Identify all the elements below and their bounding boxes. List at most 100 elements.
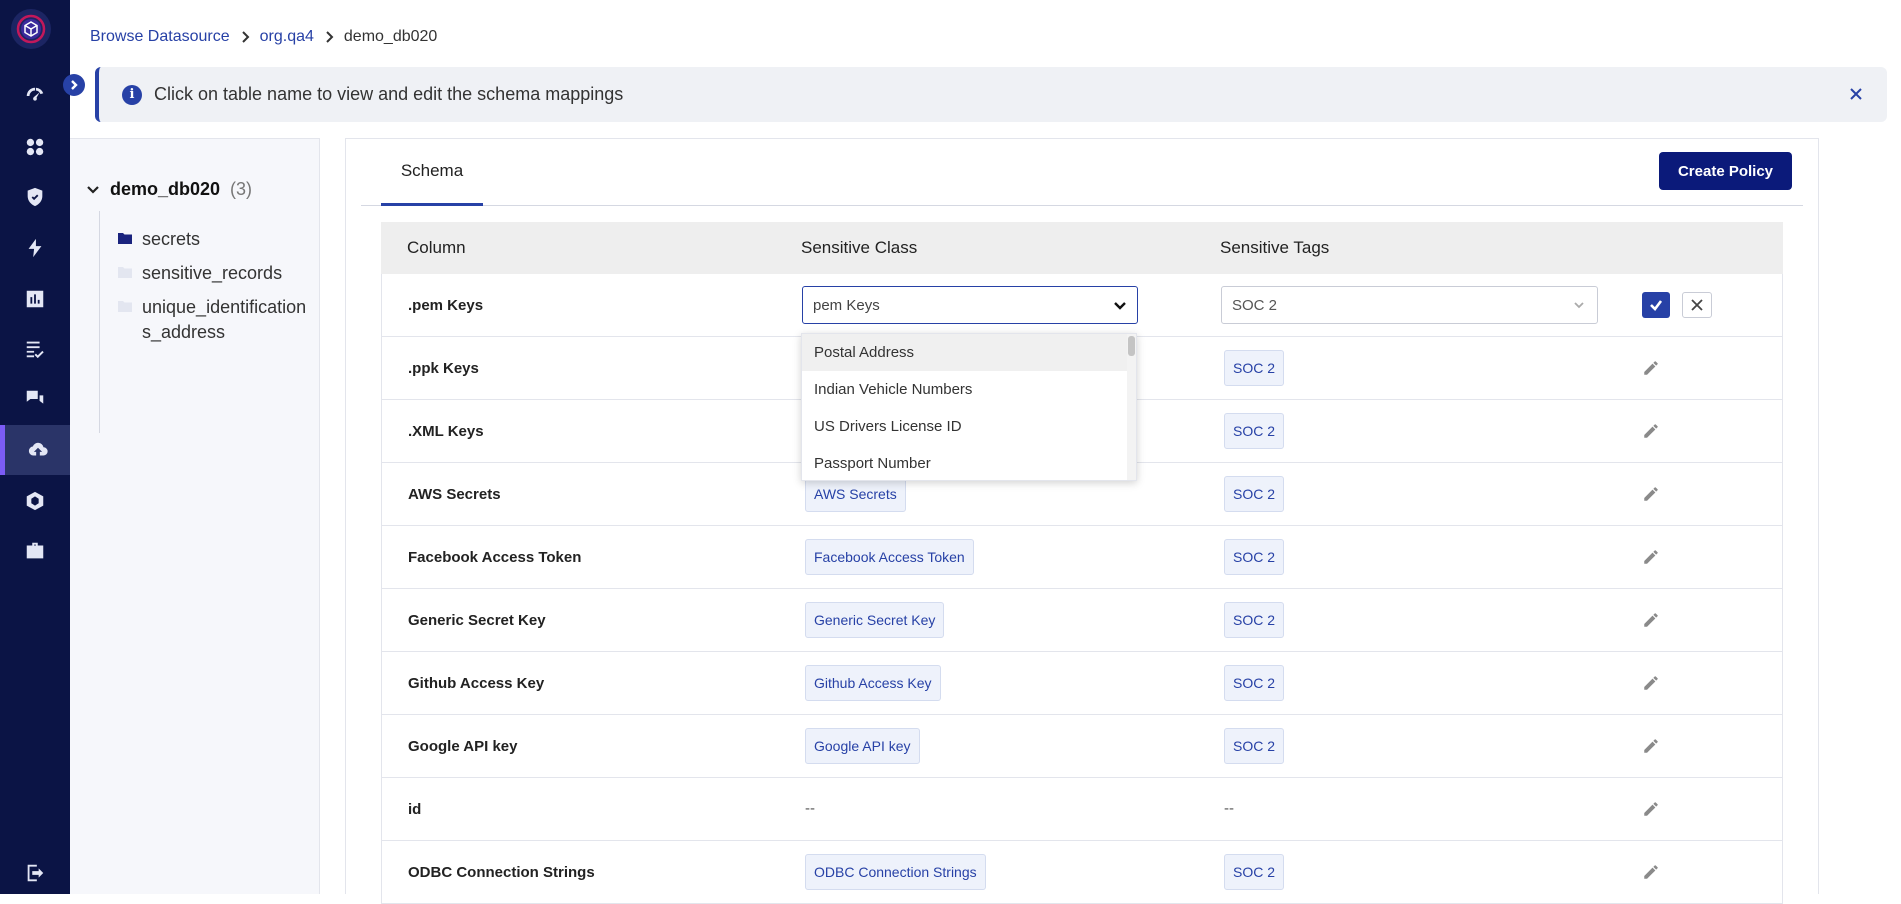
sensitive-tags-cell: SOC 2 xyxy=(1221,728,1285,764)
close-banner-button[interactable] xyxy=(1847,85,1865,103)
folder-icon xyxy=(118,267,132,278)
chevron-right-icon xyxy=(324,31,334,43)
sensitive-class-cell: Generic Secret Key xyxy=(802,602,945,638)
sensitive-class-cell: -- xyxy=(802,800,815,818)
briefcase-icon xyxy=(26,542,44,559)
edit-row-button[interactable] xyxy=(1642,800,1660,818)
chevron-right-icon xyxy=(240,31,250,43)
edit-row-button[interactable] xyxy=(1642,422,1660,440)
sensitive-tag-chip: SOC 2 xyxy=(1224,350,1285,386)
sensitive-class-dropdown: Postal Address Indian Vehicle Numbers US D… xyxy=(801,333,1137,481)
pencil-icon xyxy=(1644,550,1658,564)
nav-rail xyxy=(0,0,85,894)
dropdown-option[interactable]: Indian Vehicle Numbers xyxy=(802,371,1136,408)
tree-item-unique-identifications-address[interactable]: unique_identifications_address xyxy=(118,295,318,345)
dropdown-scrollbar[interactable] xyxy=(1127,334,1136,480)
sensitive-tag-empty: -- xyxy=(1224,800,1234,817)
sensitive-class-select[interactable]: pem Keys xyxy=(802,286,1138,324)
breadcrumb-current: demo_db020 xyxy=(343,28,438,45)
tree-item-sensitive-records[interactable]: sensitive_records xyxy=(118,261,318,286)
sensitive-tags-cell: SOC 2 xyxy=(1221,476,1285,512)
header-sensitive-class: Sensitive Class xyxy=(801,238,918,257)
edit-row-button[interactable] xyxy=(1642,485,1660,503)
cluster-icon xyxy=(26,138,44,156)
pencil-icon xyxy=(1644,802,1658,816)
edit-row-button[interactable] xyxy=(1642,737,1660,755)
edit-row-button[interactable] xyxy=(1642,674,1660,692)
folder-icon xyxy=(118,301,132,312)
select-value: pem Keys xyxy=(813,296,880,314)
sensitive-tag-chip: SOC 2 xyxy=(1224,602,1285,638)
edit-row-button[interactable] xyxy=(1642,611,1660,629)
logout-button[interactable] xyxy=(0,848,70,898)
table-row: Facebook Access Token Facebook Access Tok… xyxy=(381,526,1783,589)
expand-sidebar-button[interactable] xyxy=(63,74,85,96)
sensitive-tag-chip: SOC 2 xyxy=(1224,854,1285,890)
sensitive-tag-chip: SOC 2 xyxy=(1224,665,1285,701)
breadcrumb-browse-datasource[interactable]: Browse Datasource xyxy=(90,28,230,46)
sensitive-class-chip: Facebook Access Token xyxy=(805,539,974,575)
tree-item-label: unique_identifications_address xyxy=(142,297,307,342)
app-logo[interactable] xyxy=(11,9,51,49)
tree-root-database[interactable]: demo_db020 (3) xyxy=(86,179,252,200)
column-name: .XML Keys xyxy=(408,422,484,440)
nav-item-cloud-upload[interactable] xyxy=(0,425,70,475)
sensitive-class-chip: Github Access Key xyxy=(805,665,941,701)
edit-row-button[interactable] xyxy=(1642,359,1660,377)
nav-item-lightning[interactable] xyxy=(0,223,70,273)
dropdown-option[interactable]: US Drivers License ID xyxy=(802,408,1136,445)
pencil-icon xyxy=(1644,865,1658,879)
checklist-icon xyxy=(26,341,44,359)
scrollbar-thumb[interactable] xyxy=(1128,336,1135,356)
schema-table: Column Sensitive Class Sensitive Tags .p… xyxy=(381,222,1783,904)
sensitive-tags-cell: SOC 2 xyxy=(1221,539,1285,575)
tree-guide-line xyxy=(99,211,100,433)
database-tree: demo_db020 (3) secrets sensitive_records… xyxy=(70,138,320,894)
nav-item-checklist[interactable] xyxy=(0,324,70,374)
sensitive-tag-chip: SOC 2 xyxy=(1224,728,1285,764)
header-column: Column xyxy=(407,238,466,257)
nav-item-risk-gauge[interactable] xyxy=(0,71,70,121)
pencil-icon xyxy=(1644,487,1658,501)
table-row: id -- -- xyxy=(381,778,1783,841)
pencil-icon xyxy=(1644,361,1658,375)
create-policy-button[interactable]: Create Policy xyxy=(1659,152,1792,190)
nav-item-bar-chart[interactable] xyxy=(0,274,70,324)
dropdown-option[interactable]: Postal Address xyxy=(802,334,1136,371)
table-row: Generic Secret Key Generic Secret Key SOC … xyxy=(381,589,1783,652)
sensitive-class-chip: Google API key xyxy=(805,728,920,764)
banner-text: Click on table name to view and edit the… xyxy=(154,84,624,104)
cube-logo-icon xyxy=(16,14,46,44)
breadcrumb-org[interactable]: org.qa4 xyxy=(260,28,314,46)
table-row: Google API key Google API key SOC 2 xyxy=(381,715,1783,778)
nav-item-chat[interactable] xyxy=(0,374,70,424)
cancel-button[interactable] xyxy=(1682,292,1712,318)
breadcrumb: Browse Datasource org.qa4 demo_db020 xyxy=(90,28,437,46)
dropdown-option[interactable]: Passport Number xyxy=(802,445,1136,480)
logout-icon xyxy=(27,864,44,882)
check-icon xyxy=(1650,300,1663,311)
select-value: SOC 2 xyxy=(1232,296,1278,314)
cloud-upload-icon xyxy=(28,442,48,456)
chevron-down-icon xyxy=(1114,302,1126,310)
edit-row-button[interactable] xyxy=(1642,548,1660,566)
close-icon xyxy=(1850,88,1862,100)
pencil-icon xyxy=(1644,424,1658,438)
column-name: Facebook Access Token xyxy=(408,548,582,566)
sensitive-tags-cell: SOC 2 xyxy=(1221,350,1285,386)
nav-item-hexagon[interactable] xyxy=(0,476,70,526)
table-row: Github Access Key Github Access Key SOC 2 xyxy=(381,652,1783,715)
info-icon: i xyxy=(122,84,142,105)
tab-schema[interactable]: Schema xyxy=(381,139,483,206)
info-banner: i Click on table name to view and edit t… xyxy=(95,67,1887,122)
nav-item-briefcase[interactable] xyxy=(0,526,70,576)
sensitive-class-chip: ODBC Connection Strings xyxy=(805,854,986,890)
nav-item-cluster[interactable] xyxy=(0,122,70,172)
sensitive-tags-select[interactable]: SOC 2 xyxy=(1221,286,1598,324)
tree-item-secrets[interactable]: secrets xyxy=(118,227,318,252)
nav-item-shield[interactable] xyxy=(0,172,70,222)
edit-row-button[interactable] xyxy=(1642,863,1660,881)
confirm-button[interactable] xyxy=(1642,292,1670,318)
risk-gauge-icon xyxy=(26,87,44,101)
sensitive-class-cell: AWS Secrets xyxy=(802,476,906,512)
